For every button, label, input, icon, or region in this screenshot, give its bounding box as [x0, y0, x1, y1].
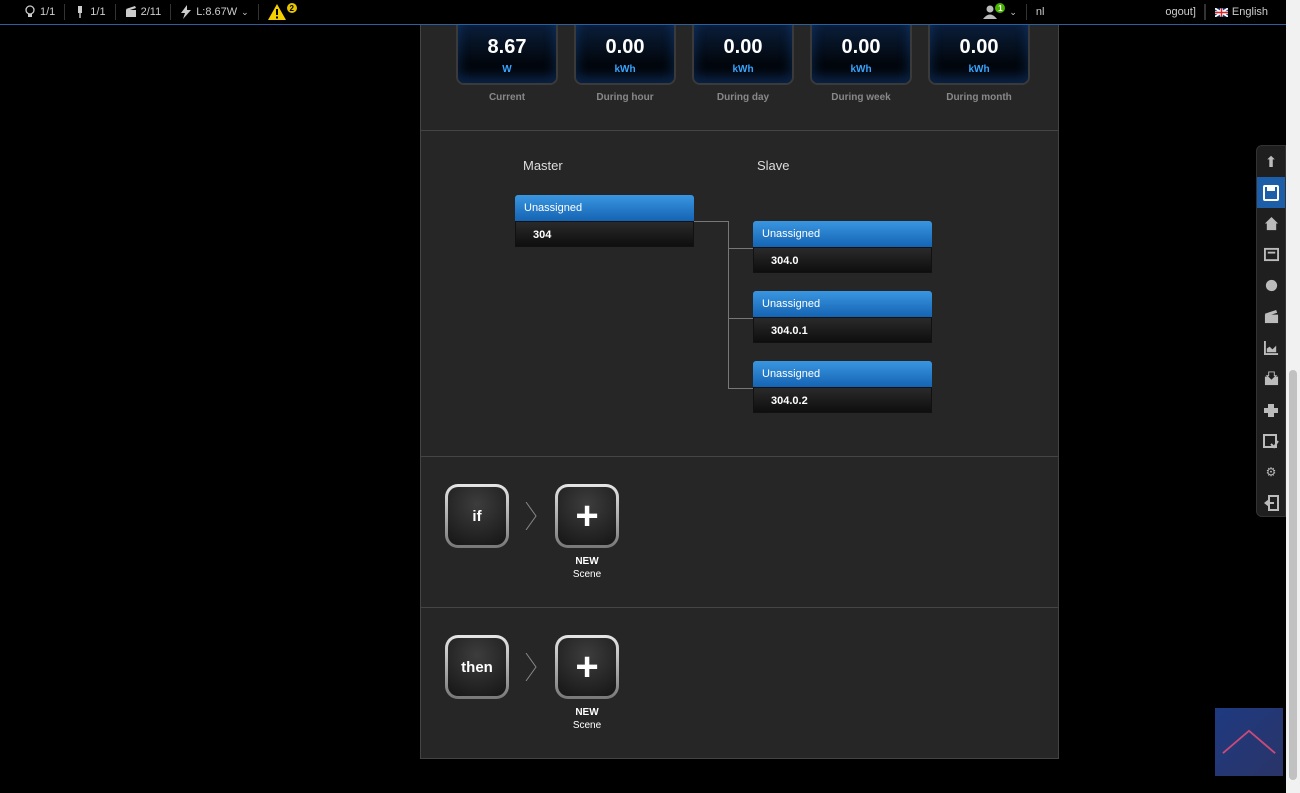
- node-id: 304.0: [753, 247, 932, 273]
- lightbulb-icon: [25, 5, 35, 17]
- chevron-up-icon: [1222, 729, 1276, 754]
- uk-flag-icon: [1214, 7, 1228, 17]
- chevron-down-icon: ⌄: [1009, 6, 1017, 17]
- new-scene-then-button[interactable]: +: [555, 635, 619, 699]
- slave-node[interactable]: Unassigned 304.0.1: [753, 291, 932, 343]
- settings-icon[interactable]: ⚙: [1257, 456, 1285, 487]
- lightning-icon: [181, 5, 192, 19]
- node-status: Unassigned: [515, 195, 694, 221]
- power-status[interactable]: L:8.67W ⌄: [171, 4, 259, 20]
- association-tree-section: Master Slave Unassigned 304 Unassigned 3…: [421, 131, 1058, 457]
- slave-node[interactable]: Unassigned 304.0: [753, 221, 932, 273]
- node-id: 304: [515, 221, 694, 247]
- then-rule-section: then + NEW Scene: [421, 608, 1058, 759]
- master-node[interactable]: Unassigned 304: [515, 195, 694, 247]
- slave-heading: Slave: [757, 158, 790, 173]
- meter-during-hour: 0.00 kWh During hour: [574, 25, 676, 103]
- meter-during-week: 0.00 kWh During week: [810, 25, 912, 103]
- clapperboard-icon[interactable]: [1257, 301, 1285, 332]
- master-heading: Master: [523, 158, 563, 173]
- lights-status[interactable]: 1/1: [0, 4, 66, 20]
- new-scene-label: NEW Scene: [572, 556, 602, 580]
- scroll-to-top-button[interactable]: [1215, 708, 1283, 776]
- meter-during-month: 0.00 kWh During month: [928, 25, 1030, 103]
- chevron-right-icon: [525, 502, 537, 530]
- save-icon[interactable]: [1257, 177, 1285, 208]
- if-rule-section: if + NEW Scene: [421, 457, 1058, 608]
- chart-icon[interactable]: [1257, 332, 1285, 363]
- home-icon[interactable]: [1257, 208, 1285, 239]
- top-bar: 1/1 1/1 2/11 L:8.67W ⌄ 2 1 ⌄ nl ogout] E…: [0, 0, 1286, 25]
- chevron-right-icon: [525, 653, 537, 681]
- energy-meters-section: 8.67 W Current 0.00 kWh During hour 0.00 kW…: [421, 25, 1058, 131]
- tree-connector: [728, 221, 729, 388]
- download-icon[interactable]: [1257, 363, 1285, 394]
- node-status: Unassigned: [753, 361, 932, 387]
- username-label: nl: [1035, 6, 1045, 18]
- meter-current: 8.67 W Current: [456, 25, 558, 103]
- devices-icon[interactable]: [1257, 239, 1285, 270]
- exit-icon[interactable]: [1257, 487, 1285, 518]
- logout-link[interactable]: ogout]: [1155, 4, 1205, 20]
- new-scene-label: NEW Scene: [572, 707, 602, 731]
- plus-icon: +: [575, 645, 599, 689]
- new-scene-if-button[interactable]: +: [555, 484, 619, 548]
- node-id: 304.0.2: [753, 387, 932, 413]
- scrollbar-thumb[interactable]: [1289, 370, 1297, 780]
- page-scrollbar[interactable]: [1286, 0, 1300, 793]
- node-status: Unassigned: [753, 291, 932, 317]
- arrow-up-icon[interactable]: ⬆: [1257, 146, 1285, 177]
- tree-connector: [728, 388, 754, 389]
- slave-node[interactable]: Unassigned 304.0.2: [753, 361, 932, 413]
- calendar-check-icon[interactable]: [1257, 425, 1285, 456]
- plus-icon: +: [575, 494, 599, 538]
- user-menu[interactable]: 1 ⌄: [974, 3, 1027, 20]
- plugins-icon[interactable]: [1257, 394, 1285, 425]
- warning-icon: [267, 4, 286, 20]
- node-status: Unassigned: [753, 221, 932, 247]
- circle-icon[interactable]: [1257, 270, 1285, 301]
- scenes-status[interactable]: 2/11: [116, 4, 172, 20]
- plug-icon: [78, 6, 83, 18]
- user-badge: 1: [995, 3, 1006, 13]
- chevron-down-icon: ⌄: [241, 6, 249, 17]
- meter-during-day: 0.00 kWh During day: [692, 25, 794, 103]
- node-id: 304.0.1: [753, 317, 932, 343]
- warnings-status[interactable]: 2: [259, 3, 306, 20]
- warning-count-badge: 2: [286, 3, 297, 13]
- tree-connector: [728, 318, 754, 319]
- main-panel: 8.67 W Current 0.00 kWh During hour 0.00 kW…: [420, 25, 1059, 759]
- tree-connector: [728, 248, 754, 249]
- plugs-status[interactable]: 1/1: [65, 4, 116, 20]
- tree-connector: [694, 221, 729, 222]
- side-dock: ⬆ ⚙: [1256, 145, 1286, 517]
- clapperboard-icon: [125, 6, 136, 17]
- language-selector[interactable]: English: [1204, 4, 1286, 20]
- if-button[interactable]: if: [445, 484, 509, 548]
- then-button[interactable]: then: [445, 635, 509, 699]
